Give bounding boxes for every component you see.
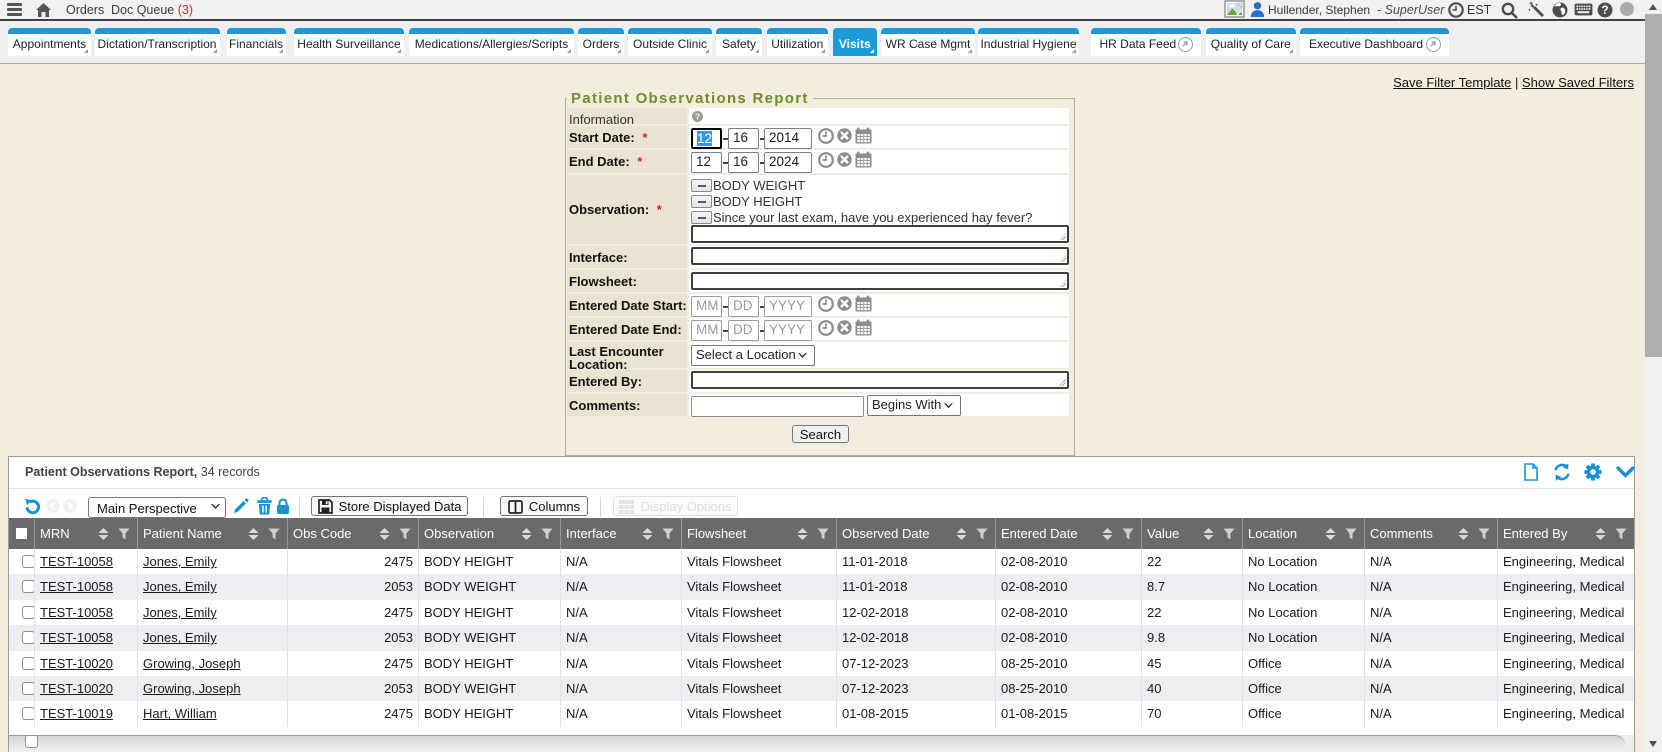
svg-text:?: ? — [695, 112, 700, 122]
svg-text:?: ? — [1601, 5, 1608, 17]
